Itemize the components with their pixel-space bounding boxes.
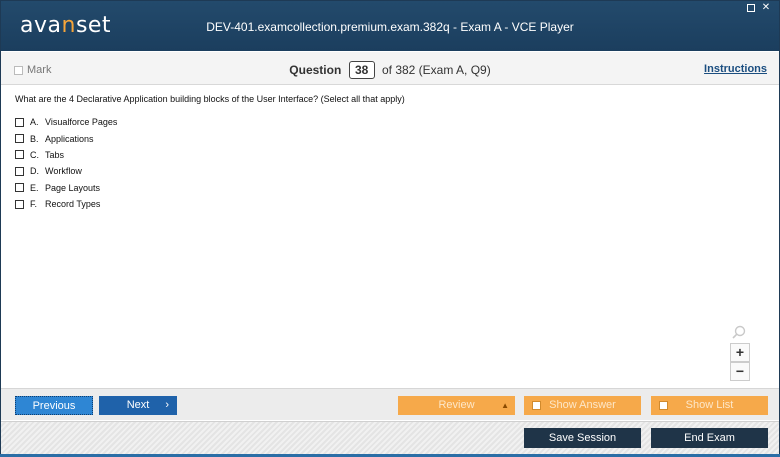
question-total: of 382 (Exam A, Q9)	[381, 63, 491, 77]
review-label: Review	[438, 399, 475, 411]
option-label: Record Types	[45, 199, 101, 210]
footer-bar: Save Session End Exam	[1, 421, 779, 456]
next-label: Next	[126, 399, 150, 411]
show-answer-button[interactable]: Show Answer	[524, 396, 641, 415]
option-letter: D.	[30, 166, 39, 177]
option-letter: C.	[30, 149, 39, 160]
answer-option-d[interactable]: D. Workflow	[15, 163, 755, 179]
show-answer-label: Show Answer	[549, 399, 616, 411]
option-letter: E.	[30, 182, 39, 193]
close-window-icon[interactable]: ✕	[761, 3, 771, 13]
answer-checkbox[interactable]	[15, 166, 24, 176]
question-number-input[interactable]: 38	[348, 61, 375, 79]
answer-option-a[interactable]: A. Visualforce Pages	[15, 114, 755, 130]
magnifier-icon	[732, 325, 746, 339]
question-header: Mark Question 38 of 382 (Exam A, Q9) Ins…	[1, 52, 779, 85]
question-content: What are the 4 Declarative Application b…	[15, 94, 755, 212]
answer-option-b[interactable]: B. Applications	[15, 130, 755, 146]
answer-option-c[interactable]: C. Tabs	[15, 147, 755, 163]
chevron-right-icon: ›	[165, 399, 169, 411]
navigation-bar: Previous Next › Review ▲ Show Answer Sho…	[1, 388, 779, 420]
instructions-link[interactable]: Instructions	[704, 63, 767, 75]
option-letter: F.	[30, 199, 38, 210]
show-answer-checkbox[interactable]	[532, 401, 541, 410]
end-exam-button[interactable]: End Exam	[651, 428, 768, 448]
show-list-checkbox[interactable]	[659, 401, 668, 410]
previous-button[interactable]: Previous	[15, 396, 93, 415]
window-controls: ✕	[747, 3, 771, 13]
answer-option-f[interactable]: F. Record Types	[15, 196, 755, 212]
answer-option-e[interactable]: E. Page Layouts	[15, 180, 755, 196]
next-button[interactable]: Next ›	[99, 396, 177, 415]
save-session-button[interactable]: Save Session	[524, 428, 641, 448]
question-counter: Question 38 of 382 (Exam A, Q9)	[1, 61, 779, 79]
option-letter: A.	[30, 117, 39, 128]
zoom-out-button[interactable]: −	[730, 362, 750, 381]
zoom-in-button[interactable]: +	[730, 343, 750, 362]
option-letter: B.	[30, 133, 39, 144]
answer-checkbox[interactable]	[15, 150, 24, 160]
restore-window-icon[interactable]	[747, 4, 755, 12]
answer-options: A. Visualforce Pages B. Applications C. …	[15, 114, 755, 212]
question-label: Question	[289, 63, 342, 77]
title-bar: avanset DEV-401.examcollection.premium.e…	[1, 1, 779, 51]
option-label: Page Layouts	[45, 182, 101, 193]
answer-checkbox[interactable]	[15, 117, 24, 127]
answer-checkbox[interactable]	[15, 199, 24, 209]
show-list-label: Show List	[685, 399, 734, 411]
option-label: Tabs	[45, 149, 65, 160]
answer-checkbox[interactable]	[15, 183, 24, 193]
vce-player-window: avanset DEV-401.examcollection.premium.e…	[0, 0, 780, 457]
caret-up-icon: ▲	[501, 401, 509, 410]
question-text: What are the 4 Declarative Application b…	[15, 94, 405, 104]
option-label: Workflow	[45, 166, 82, 177]
option-label: Applications	[45, 133, 94, 144]
review-button[interactable]: Review ▲	[398, 396, 515, 415]
show-list-button[interactable]: Show List	[651, 396, 768, 415]
answer-checkbox[interactable]	[15, 134, 24, 144]
window-title: DEV-401.examcollection.premium.exam.382q…	[206, 20, 574, 34]
option-label: Visualforce Pages	[45, 117, 118, 128]
